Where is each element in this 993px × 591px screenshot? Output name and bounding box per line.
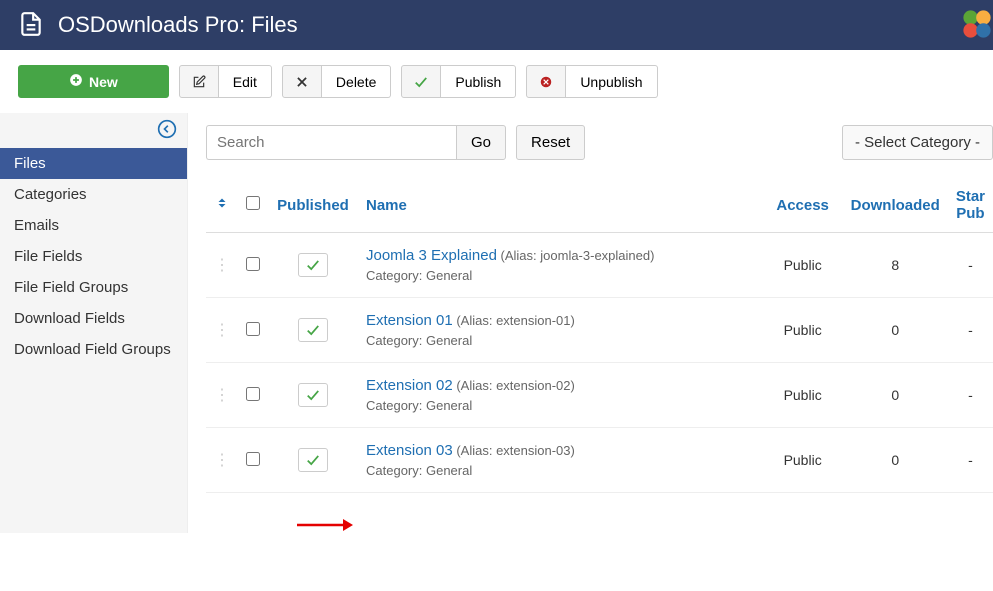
row-checkbox[interactable] [246,257,260,271]
file-alias: (Alias: extension-02) [453,378,575,393]
file-access: Public [763,233,843,298]
published-toggle[interactable] [298,383,328,407]
column-sort[interactable] [206,178,238,233]
column-name[interactable]: Name [358,178,763,233]
sidebar-item-download-fields[interactable]: Download Fields [0,303,187,334]
plus-icon [69,73,83,90]
file-category: Category: General [366,268,755,283]
search-reset-button[interactable]: Reset [516,125,585,160]
joomla-logo-icon [961,8,993,40]
main-panel: Go Reset - Select Category - Published N… [188,113,993,533]
drag-handle-icon[interactable]: ⋮ [214,322,230,339]
edit-button[interactable]: Edit [219,65,272,98]
file-name-link[interactable]: Extension 01 [366,312,453,329]
delete-button-group: Delete [282,65,391,98]
toolbar: New Edit Delete Publish Unpublish [0,50,993,113]
check-icon [306,453,320,467]
drag-handle-icon[interactable]: ⋮ [214,257,230,274]
sidebar-item-file-fields[interactable]: File Fields [0,241,187,272]
file-start-publishing: - [948,363,993,428]
unpublish-button[interactable]: Unpublish [566,65,657,98]
published-toggle[interactable] [298,448,328,472]
search-input[interactable] [206,125,456,160]
chevron-left-circle-icon [157,119,177,139]
file-downloaded: 8 [843,233,948,298]
sidebar-item-file-field-groups[interactable]: File Field Groups [0,272,187,303]
file-name-link[interactable]: Joomla 3 Explained [366,247,497,264]
publish-button[interactable]: Publish [441,65,516,98]
new-button-label: New [89,74,118,90]
file-downloaded: 0 [843,363,948,428]
file-start-publishing: - [948,428,993,493]
check-icon [306,323,320,337]
file-access: Public [763,298,843,363]
check-all[interactable] [246,196,260,210]
document-icon [18,11,44,40]
check-icon [306,258,320,272]
unpublish-icon[interactable] [526,65,566,98]
file-category: Category: General [366,463,755,478]
row-checkbox[interactable] [246,322,260,336]
unpublish-button-group: Unpublish [526,65,657,98]
sidebar-toggle[interactable] [0,113,187,148]
page-title: OSDownloads Pro: Files [58,12,298,38]
sidebar-item-files[interactable]: Files [0,148,187,179]
file-start-publishing: - [948,298,993,363]
column-checkall[interactable] [238,178,268,233]
app-header: OSDownloads Pro: Files [0,0,993,50]
published-toggle[interactable] [298,253,328,277]
sidebar-item-emails[interactable]: Emails [0,210,187,241]
sidebar-item-download-field-groups[interactable]: Download Field Groups [0,334,187,365]
sidebar: FilesCategoriesEmailsFile FieldsFile Fie… [0,113,188,533]
file-name-link[interactable]: Extension 02 [366,377,453,394]
drag-handle-icon[interactable]: ⋮ [214,452,230,469]
row-checkbox[interactable] [246,387,260,401]
published-toggle[interactable] [298,318,328,342]
column-published[interactable]: Published [268,178,358,233]
drag-handle-icon[interactable]: ⋮ [214,387,230,404]
content-area: FilesCategoriesEmailsFile FieldsFile Fie… [0,113,993,533]
file-alias: (Alias: joomla-3-explained) [497,248,655,263]
file-downloaded: 0 [843,298,948,363]
search-group: Go [206,125,506,160]
file-category: Category: General [366,333,755,348]
file-downloaded: 0 [843,428,948,493]
files-table: Published Name Access Downloaded StarPub… [206,178,993,493]
sort-icon [216,196,228,210]
file-access: Public [763,363,843,428]
check-icon [306,388,320,402]
file-start-publishing: - [948,233,993,298]
table-row: ⋮ Extension 01 (Alias: extension-01) Categ… [206,298,993,363]
delete-icon[interactable] [282,65,322,98]
search-row: Go Reset - Select Category - [206,125,993,160]
edit-button-group: Edit [179,65,272,98]
table-row: ⋮ Joomla 3 Explained (Alias: joomla-3-exp… [206,233,993,298]
row-checkbox[interactable] [246,452,260,466]
column-access[interactable]: Access [763,178,843,233]
new-button[interactable]: New [18,65,169,98]
file-category: Category: General [366,398,755,413]
column-start-publishing[interactable]: StarPub [948,178,993,233]
file-access: Public [763,428,843,493]
search-go-button[interactable]: Go [456,125,506,160]
publish-icon[interactable] [401,65,441,98]
column-downloaded[interactable]: Downloaded [843,178,948,233]
table-row: ⋮ Extension 03 (Alias: extension-03) Categ… [206,428,993,493]
edit-icon[interactable] [179,65,219,98]
file-alias: (Alias: extension-03) [453,443,575,458]
category-select[interactable]: - Select Category - [842,125,993,160]
delete-button[interactable]: Delete [322,65,391,98]
file-alias: (Alias: extension-01) [453,313,575,328]
publish-button-group: Publish [401,65,516,98]
table-row: ⋮ Extension 02 (Alias: extension-02) Categ… [206,363,993,428]
file-name-link[interactable]: Extension 03 [366,442,453,459]
sidebar-item-categories[interactable]: Categories [0,179,187,210]
